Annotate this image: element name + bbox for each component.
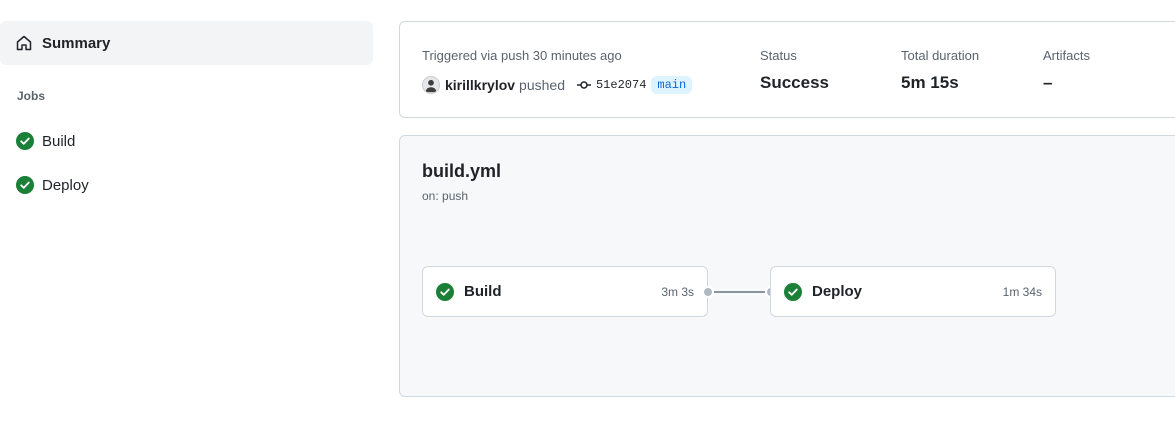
duration-value: 5m 15s [901,73,959,92]
branch-badge[interactable]: main [651,76,693,94]
job-node-deploy[interactable]: Deploy 1m 34s [770,266,1056,317]
check-circle-icon [784,282,802,301]
actor-name[interactable]: kirillkrylov [445,77,515,93]
workflow-graph-card: build.yml on: push Build 3m 3s Deploy 1m… [399,135,1175,397]
sidebar-item-summary[interactable]: Summary [0,21,373,65]
check-circle-icon [16,176,34,194]
sidebar-item-label: Build [42,132,76,150]
status-stat: Status Success [760,48,829,93]
job-node-name: Deploy [812,283,863,300]
commit-sha-link[interactable]: 51e2074 [596,78,646,92]
sidebar-item-build[interactable]: Build [16,129,75,153]
artifacts-value: – [1043,73,1053,92]
run-summary-card: Triggered via push 30 minutes ago kirill… [399,21,1175,118]
job-node-build[interactable]: Build 3m 3s [422,266,708,317]
artifacts-stat: Artifacts – [1043,48,1090,93]
sidebar-item-label: Summary [42,34,111,52]
home-icon [16,35,32,51]
workflow-file-name[interactable]: build.yml [422,161,501,182]
sidebar-item-deploy[interactable]: Deploy [16,173,89,197]
check-circle-icon [16,132,34,150]
duration-stat: Total duration 5m 15s [901,48,979,93]
actor-row: kirillkrylov pushed 51e2074 main [422,74,693,96]
duration-label: Total duration [901,48,980,63]
job-node-duration: 1m 34s [1002,284,1042,299]
git-commit-icon [576,78,591,92]
job-node-duration: 3m 3s [661,284,694,299]
status-label: Status [760,48,797,63]
status-value: Success [760,73,829,92]
job-connector [702,286,777,298]
trigger-text: Triggered via push 30 minutes ago [422,48,622,63]
sidebar-item-label: Deploy [42,176,89,194]
action-text: pushed [519,77,565,93]
workflow-trigger: on: push [422,189,469,203]
artifacts-label: Artifacts [1043,48,1090,63]
avatar[interactable] [422,76,440,94]
jobs-heading: Jobs [17,89,46,103]
job-node-name: Build [464,283,502,300]
check-circle-icon [436,282,454,301]
